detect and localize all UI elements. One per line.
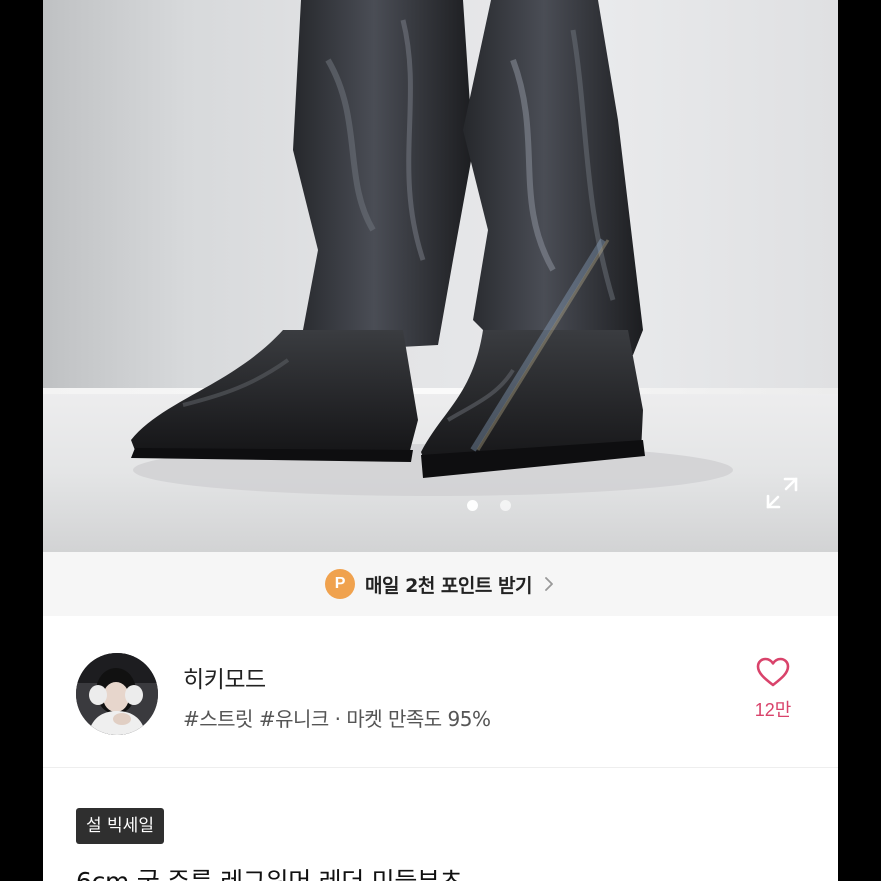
page-dot-active[interactable] xyxy=(467,500,478,511)
shop-avatar[interactable] xyxy=(76,653,158,735)
expand-icon[interactable] xyxy=(765,476,799,510)
chevron-right-icon xyxy=(545,577,553,591)
page-dot[interactable] xyxy=(500,500,511,511)
boots-illustration xyxy=(131,0,733,496)
sale-badge: 설 빅세일 xyxy=(76,808,164,844)
points-banner[interactable]: P 매일 2천 포인트 받기 xyxy=(43,552,838,616)
points-badge-icon: P xyxy=(325,569,356,599)
shop-name[interactable]: 히키모드 xyxy=(183,660,266,694)
heart-icon xyxy=(756,657,790,687)
product-image[interactable] xyxy=(43,0,838,552)
like-count: 12만 xyxy=(754,700,792,720)
product-title: 6cm 굽 주름 레그워머 레더 미들부츠 xyxy=(76,862,463,881)
points-banner-text: 매일 2천 포인트 받기 xyxy=(365,574,532,597)
shop-tags: #스트릿 #유니크 · 마켓 만족도 95% xyxy=(183,707,491,731)
shop-row[interactable]: 히키모드 #스트릿 #유니크 · 마켓 만족도 95% 12만 xyxy=(43,616,838,768)
app-frame: P 매일 2천 포인트 받기 히키모드 #스트릿 #유니크 · 마켓 만족도 9… xyxy=(43,0,838,881)
page-indicator xyxy=(467,500,511,511)
like-button[interactable]: 12만 xyxy=(747,656,799,722)
